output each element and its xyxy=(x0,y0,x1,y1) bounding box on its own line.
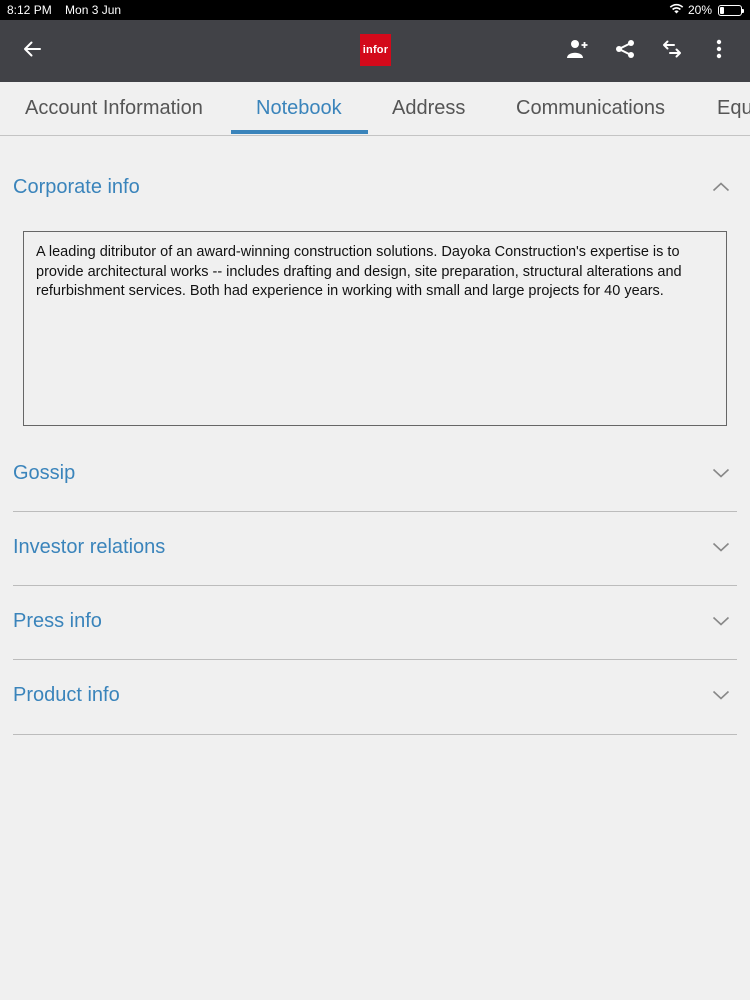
wifi-icon xyxy=(669,3,684,17)
chevron-down-icon xyxy=(711,685,731,705)
status-bar: 8:12 PM Mon 3 Jun 20% xyxy=(0,0,750,20)
more-options-button[interactable] xyxy=(697,20,741,82)
back-button[interactable] xyxy=(10,20,54,82)
infor-logo: infor xyxy=(360,34,391,66)
share-button[interactable] xyxy=(603,20,647,82)
status-time: 8:12 PM xyxy=(7,3,52,17)
tab-communications[interactable]: Communications xyxy=(516,82,665,135)
chevron-up-icon xyxy=(711,177,731,197)
swap-button[interactable] xyxy=(650,20,694,82)
chevron-down-icon xyxy=(711,611,731,631)
active-tab-indicator xyxy=(231,130,368,134)
tab-account-information[interactable]: Account Information xyxy=(25,82,203,135)
section-product-info[interactable]: Product info xyxy=(13,658,737,732)
section-corporate-info[interactable]: Corporate info xyxy=(13,150,737,224)
more-vertical-icon xyxy=(716,39,722,64)
status-date: Mon 3 Jun xyxy=(65,3,122,17)
add-contact-icon xyxy=(567,39,589,64)
section-press-info[interactable]: Press info xyxy=(13,584,737,658)
back-arrow-icon xyxy=(22,40,42,63)
corporate-info-textarea[interactable]: A leading ditributor of an award-winning… xyxy=(23,231,727,426)
chevron-down-icon xyxy=(711,537,731,557)
battery-icon xyxy=(718,4,744,16)
section-investor-relations[interactable]: Investor relations xyxy=(13,510,737,584)
section-divider xyxy=(13,734,737,735)
swap-icon xyxy=(662,40,682,63)
section-title: Corporate info xyxy=(13,175,140,198)
tab-address[interactable]: Address xyxy=(392,82,465,135)
tab-notebook[interactable]: Notebook xyxy=(256,82,342,135)
app-bar: infor xyxy=(0,20,750,82)
section-title: Press info xyxy=(13,609,102,632)
section-title: Investor relations xyxy=(13,535,166,558)
tab-equ[interactable]: Equ xyxy=(717,82,750,135)
section-gossip[interactable]: Gossip xyxy=(13,436,737,510)
battery-percent: 20% xyxy=(687,3,712,17)
tab-bar: Account Information Notebook Address Com… xyxy=(0,82,750,136)
section-title: Gossip xyxy=(13,461,76,484)
share-icon xyxy=(615,39,635,64)
section-title: Product info xyxy=(13,683,120,706)
chevron-down-icon xyxy=(711,463,731,483)
add-contact-button[interactable] xyxy=(556,20,600,82)
